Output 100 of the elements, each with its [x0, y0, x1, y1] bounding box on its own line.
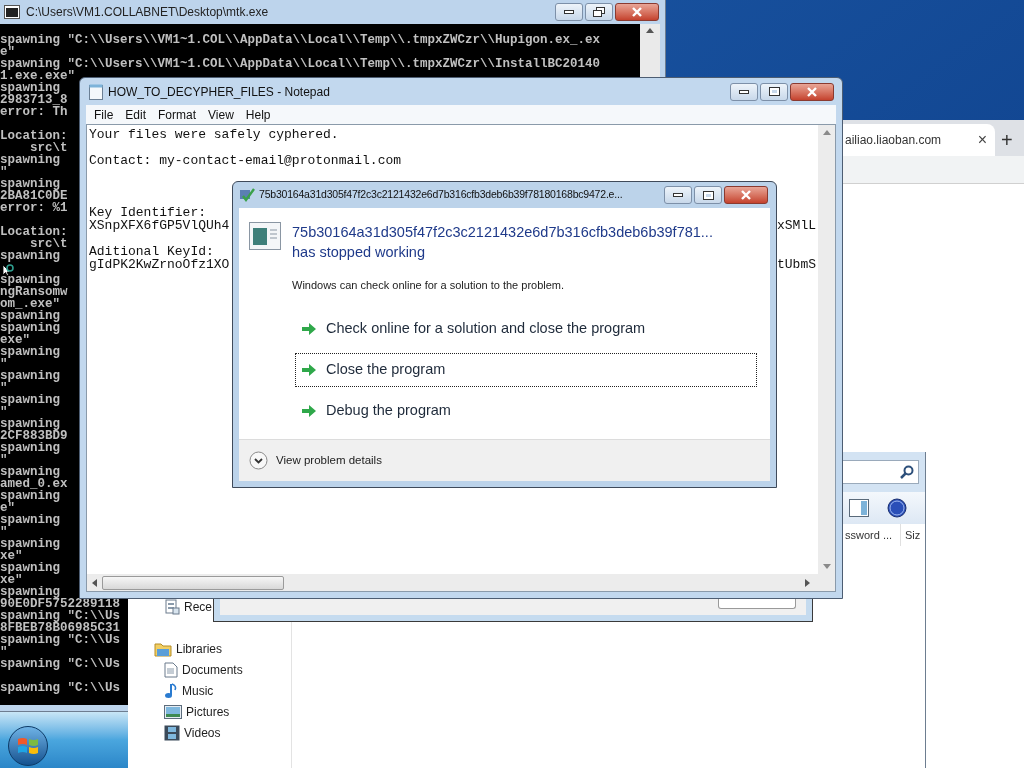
nav-item[interactable]: Videos [164, 722, 221, 743]
horizontal-scrollbar[interactable] [87, 574, 835, 591]
close-icon [740, 190, 752, 200]
close-icon [631, 7, 643, 17]
arrow-icon [302, 323, 316, 335]
maximize-button[interactable] [694, 186, 722, 204]
nav-item[interactable]: Libraries [154, 638, 223, 659]
wizard-button[interactable] [718, 599, 796, 609]
console-line: spawning "C:\\Us [0, 609, 121, 623]
document-icon [164, 661, 178, 678]
console-line: spawning [0, 537, 60, 551]
console-line: 90E0DF5752289118 [0, 597, 121, 611]
console-line: error: %1 [0, 201, 68, 215]
console-line: " [0, 525, 8, 539]
menu-item[interactable]: Help [239, 105, 277, 124]
text-line: tUbmS [777, 258, 816, 271]
console-line: spawning [0, 417, 60, 431]
console-line: spawning [0, 273, 60, 287]
nav-item[interactable]: Rece [164, 596, 212, 617]
menu-item[interactable]: Edit [119, 105, 153, 124]
option-link[interactable]: Debug the program [295, 394, 757, 428]
scroll-thumb[interactable] [102, 575, 284, 590]
menu-item[interactable]: Format [152, 105, 203, 124]
console-line: spawning "C:\\Us [0, 681, 121, 695]
console-line: spawning [0, 393, 60, 407]
console-line: " [0, 645, 8, 659]
console-line: src\t [30, 141, 68, 155]
console-line: spawning [0, 177, 60, 191]
start-button[interactable] [8, 726, 48, 766]
status-text: has stopped working [292, 243, 426, 262]
console-line: amed_0.ex [0, 477, 68, 491]
window-title: C:\Users\VM1.COLLABNET\Desktop\mtk.exe [26, 4, 269, 21]
new-tab-button[interactable]: + [1001, 130, 1013, 150]
minimize-button[interactable] [555, 3, 583, 21]
nav-item[interactable]: Music [164, 680, 214, 701]
preview-pane-button[interactable] [849, 499, 869, 517]
console-line: spawning [0, 81, 60, 95]
browser-tab[interactable]: ailiao.liaoban.com × [843, 124, 995, 156]
console-line: spawning [0, 309, 60, 323]
console-line: 1.exe.exe" [0, 69, 75, 83]
window-title: HOW_TO_DECYPHER_FILES - Notepad [108, 83, 330, 101]
column-header[interactable]: Siz [901, 524, 925, 546]
console-line: 2983713_8 [0, 93, 68, 107]
console-line: spawning [0, 489, 60, 503]
console-line: Location: [0, 129, 68, 143]
menu-item[interactable]: File [88, 105, 120, 124]
console-line: spawning [0, 249, 60, 263]
film-icon [164, 724, 180, 741]
console-line: om_.exe" [0, 297, 60, 311]
nav-item[interactable]: Documents [164, 659, 243, 680]
close-button[interactable] [615, 3, 659, 21]
details-toggle[interactable]: View problem details [249, 451, 382, 470]
close-icon [806, 86, 818, 97]
maximize-icon [702, 190, 714, 200]
option-link[interactable]: Close the program [295, 353, 757, 387]
console-line: spawning [0, 153, 60, 167]
message-text: Windows can check online for a solution to the problem. [292, 278, 566, 292]
console-line: e" [0, 45, 15, 59]
console-line: src\t [30, 237, 68, 251]
vertical-scrollbar[interactable] [818, 125, 835, 574]
tab-close-button[interactable]: × [977, 132, 987, 148]
console-line: error: Th [0, 105, 68, 119]
nav-item[interactable]: Pictures [164, 701, 230, 722]
maximize-button[interactable] [760, 82, 788, 101]
minimize-icon [739, 89, 749, 94]
console-line: spawning "C:\\Us [0, 657, 121, 671]
console-line: spawning [0, 441, 60, 455]
menu-item[interactable]: View [202, 105, 240, 124]
folder-icon [154, 640, 172, 657]
close-button[interactable] [724, 186, 768, 204]
restore-button[interactable] [585, 3, 613, 21]
notepad-icon [89, 83, 103, 100]
program-name: 75b30164a31d305f47f2c3c2121432e6d7b316cfb3deb6b39f781... [292, 223, 714, 242]
console-line: spawning "C:\\Users\\VM1~1.COL\\AppData\\Local\\Temp\\.tmpxZWCzr\\InstallBC20140 [0, 57, 601, 71]
console-icon [4, 5, 20, 19]
console-line: Location: [0, 225, 68, 239]
program-check-icon [239, 187, 255, 203]
scroll-up-icon [822, 130, 831, 135]
minimize-icon [564, 10, 574, 14]
text-line: Aditional KeyId: [89, 245, 214, 258]
console-line: exe" [0, 333, 30, 347]
console-line: " [0, 357, 8, 371]
recent-places-icon [164, 598, 180, 615]
console-line: spawning [0, 561, 60, 575]
arrow-icon [302, 405, 316, 417]
console-line: spawning [0, 345, 60, 359]
minimize-button[interactable] [664, 186, 692, 204]
music-note-icon [164, 682, 178, 699]
console-line: spawning [0, 321, 60, 335]
minimize-button[interactable] [730, 82, 758, 101]
chevron-down-icon [249, 451, 268, 470]
console-line: spawning "C:\\Us [0, 633, 121, 647]
console-line: 2CF883BD9 [0, 429, 68, 443]
console-line: xe" [0, 549, 23, 563]
text-line: Key Identifier: [89, 206, 207, 219]
close-button[interactable] [790, 82, 834, 101]
console-line: " [0, 405, 8, 419]
text-line: gIdPK2KwZrnoOfz1XO [89, 258, 230, 271]
option-link[interactable]: Check online for a solution and close the program [295, 312, 757, 346]
application-icon [249, 222, 281, 250]
